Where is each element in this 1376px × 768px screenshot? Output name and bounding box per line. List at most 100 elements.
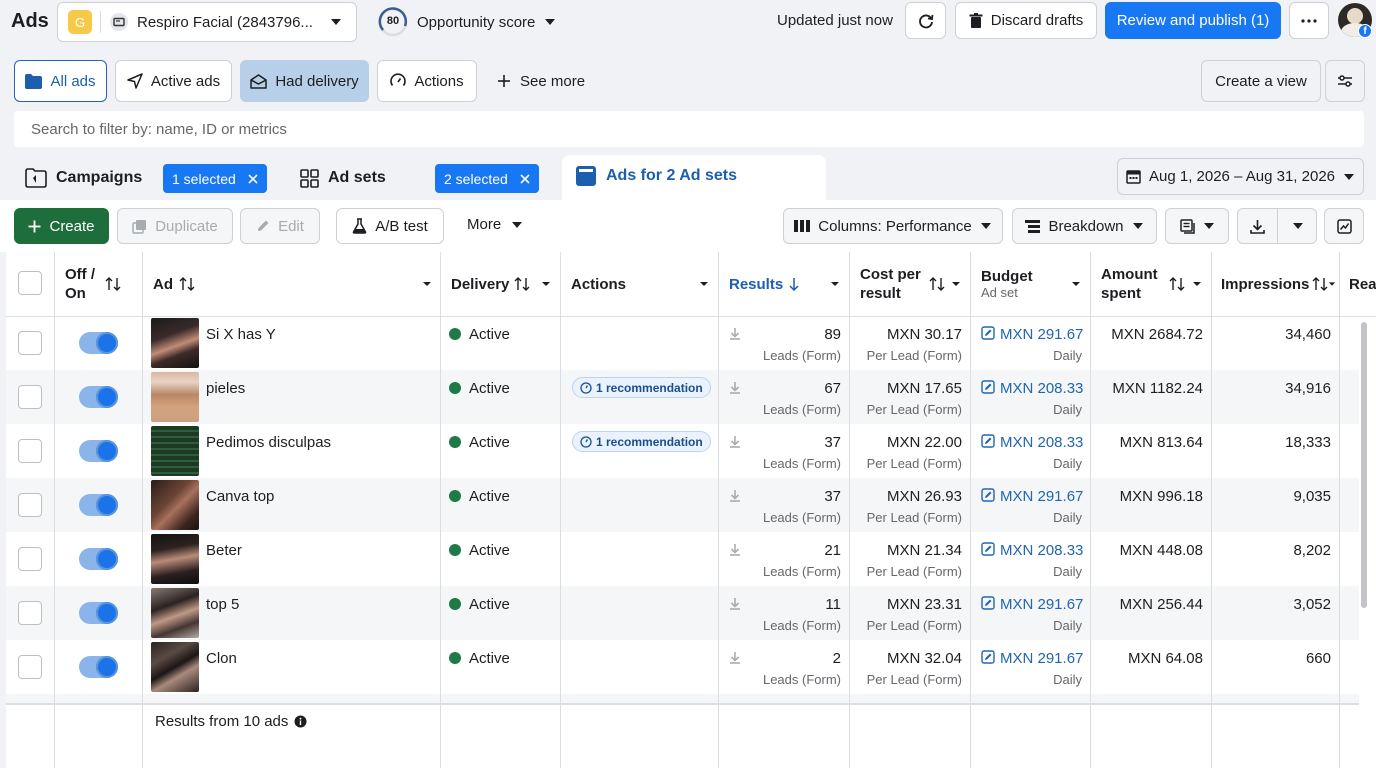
ad-name[interactable]: pieles [206, 380, 245, 397]
filter-active-ads[interactable]: Active ads [115, 60, 232, 102]
active-status-dot [449, 544, 461, 556]
header-results[interactable]: Results [729, 252, 843, 316]
ad-name[interactable]: Pedimos disculpas [206, 434, 331, 451]
ad-thumbnail[interactable] [151, 480, 199, 530]
columns-button[interactable]: Columns: Performance [783, 208, 1003, 244]
budget-value[interactable]: MXN 291.67 [981, 326, 1083, 343]
close-icon[interactable] [248, 173, 258, 184]
ad-thumbnail[interactable] [151, 588, 199, 638]
download-icon-wrap[interactable] [1238, 209, 1278, 243]
budget-value[interactable]: MXN 208.33 [981, 380, 1083, 397]
results-type: Leads (Form) [762, 348, 841, 363]
chevron-down-icon[interactable] [1071, 281, 1081, 287]
row-checkbox[interactable] [18, 331, 42, 355]
ad-thumbnail[interactable] [151, 318, 199, 368]
chevron-down-icon[interactable] [422, 281, 432, 287]
ad-thumbnail[interactable] [151, 534, 199, 584]
filter-all-ads[interactable]: All ads [14, 60, 107, 102]
row-checkbox[interactable] [18, 547, 42, 571]
campaigns-selected-chip[interactable]: 1 selected [163, 164, 267, 193]
budget-value[interactable]: MXN 291.67 [981, 596, 1083, 613]
discard-drafts-button[interactable]: Discard drafts [955, 2, 1097, 39]
row-checkbox[interactable] [18, 493, 42, 517]
ad-name[interactable]: Beter [206, 542, 242, 559]
budget-value[interactable]: MXN 208.33 [981, 542, 1083, 559]
ad-toggle[interactable] [79, 548, 118, 570]
header-reach[interactable]: Rea [1349, 252, 1376, 316]
ad-name[interactable]: Si X has Y [206, 326, 276, 343]
row-checkbox[interactable] [18, 385, 42, 409]
budget-value[interactable]: MXN 291.67 [981, 650, 1083, 667]
ad-toggle[interactable] [79, 494, 118, 516]
impressions: 9,035 [1293, 488, 1331, 505]
header-ad[interactable]: Ad [153, 252, 435, 316]
create-view-button[interactable]: Create a view [1201, 60, 1321, 102]
active-status-dot [449, 652, 461, 664]
header-actions[interactable]: Actions [571, 252, 712, 316]
row-checkbox[interactable] [18, 439, 42, 463]
export-button[interactable] [1237, 208, 1317, 244]
chevron-down-icon[interactable] [1192, 281, 1202, 287]
select-all-checkbox[interactable] [18, 271, 42, 295]
opportunity-score-button[interactable]: 80 Opportunity score [378, 6, 558, 38]
chevron-down-icon[interactable] [541, 281, 551, 287]
header-amount-spent[interactable]: Amount spent [1101, 252, 1205, 316]
row-checkbox[interactable] [18, 601, 42, 625]
date-range-picker[interactable]: Aug 1, 2026 – Aug 31, 2026 [1117, 158, 1364, 195]
budget-value[interactable]: MXN 291.67 [981, 488, 1083, 505]
ad-thumbnail[interactable] [151, 642, 199, 692]
cost-per-result: MXN 26.93 [886, 488, 962, 505]
chevron-down-icon[interactable] [830, 281, 840, 287]
ad-thumbnail[interactable] [151, 426, 199, 476]
breakdown-button[interactable]: Breakdown [1012, 208, 1157, 244]
info-icon[interactable] [294, 715, 307, 728]
header-cost-per-result[interactable]: Cost per result [860, 252, 964, 316]
create-button[interactable]: Create [14, 208, 109, 244]
filter-actions[interactable]: Actions [377, 60, 477, 102]
chevron-down-icon[interactable] [699, 281, 709, 287]
filter-had-delivery[interactable]: Had delivery [240, 60, 369, 102]
ad-toggle[interactable] [79, 440, 118, 462]
ab-test-button[interactable]: A/B test [336, 208, 444, 244]
ad-toggle[interactable] [79, 602, 118, 624]
delivery-status: Active [449, 380, 510, 397]
header-impressions[interactable]: Impressions [1221, 252, 1337, 316]
recommendation-badge[interactable]: 1 recommendation [572, 377, 711, 398]
columns-icon [794, 220, 811, 232]
ad-name[interactable]: Canva top [206, 488, 274, 505]
chevron-down-icon [331, 19, 341, 25]
search-input[interactable]: Search to filter by: name, ID or metrics [14, 111, 1364, 147]
chevron-down-icon[interactable] [951, 281, 961, 287]
recommendation-badge[interactable]: 1 recommendation [572, 431, 711, 452]
chevron-down-icon[interactable] [1328, 281, 1336, 287]
see-more-button[interactable]: See more [497, 70, 585, 92]
edit-button[interactable]: Edit [240, 208, 320, 244]
reports-button[interactable] [1165, 208, 1229, 244]
ad-toggle[interactable] [79, 656, 118, 678]
ad-name[interactable]: Clon [206, 650, 237, 667]
tab-ads[interactable]: Ads for 2 Ad sets [562, 155, 826, 200]
row-stripe [6, 478, 1359, 532]
ad-name[interactable]: top 5 [206, 596, 239, 613]
review-publish-button[interactable]: Review and publish (1) [1105, 2, 1281, 39]
scrollbar-thumb[interactable] [1361, 322, 1367, 608]
ad-account-icon [110, 13, 128, 31]
adsets-selected-chip[interactable]: 2 selected [435, 164, 539, 193]
ad-toggle[interactable] [79, 332, 118, 354]
budget-value[interactable]: MXN 208.33 [981, 434, 1083, 451]
header-off-on[interactable]: Off / On [65, 252, 135, 316]
close-icon[interactable] [520, 173, 530, 184]
filter-settings-button[interactable] [1325, 60, 1365, 102]
duplicate-button[interactable]: Duplicate [117, 208, 233, 244]
account-selector[interactable]: G Respiro Facial (2843796... [57, 2, 357, 42]
more-menu-button[interactable]: More [467, 216, 523, 233]
charts-button[interactable] [1324, 208, 1364, 244]
header-delivery[interactable]: Delivery [451, 252, 554, 316]
ad-thumbnail[interactable] [151, 372, 199, 422]
refresh-button[interactable] [905, 2, 946, 39]
more-options-button[interactable] [1289, 2, 1329, 39]
header-budget[interactable]: Budget Ad set [981, 252, 1084, 316]
results-type: Leads (Form) [762, 564, 841, 579]
ad-toggle[interactable] [79, 386, 118, 408]
row-checkbox[interactable] [18, 655, 42, 679]
